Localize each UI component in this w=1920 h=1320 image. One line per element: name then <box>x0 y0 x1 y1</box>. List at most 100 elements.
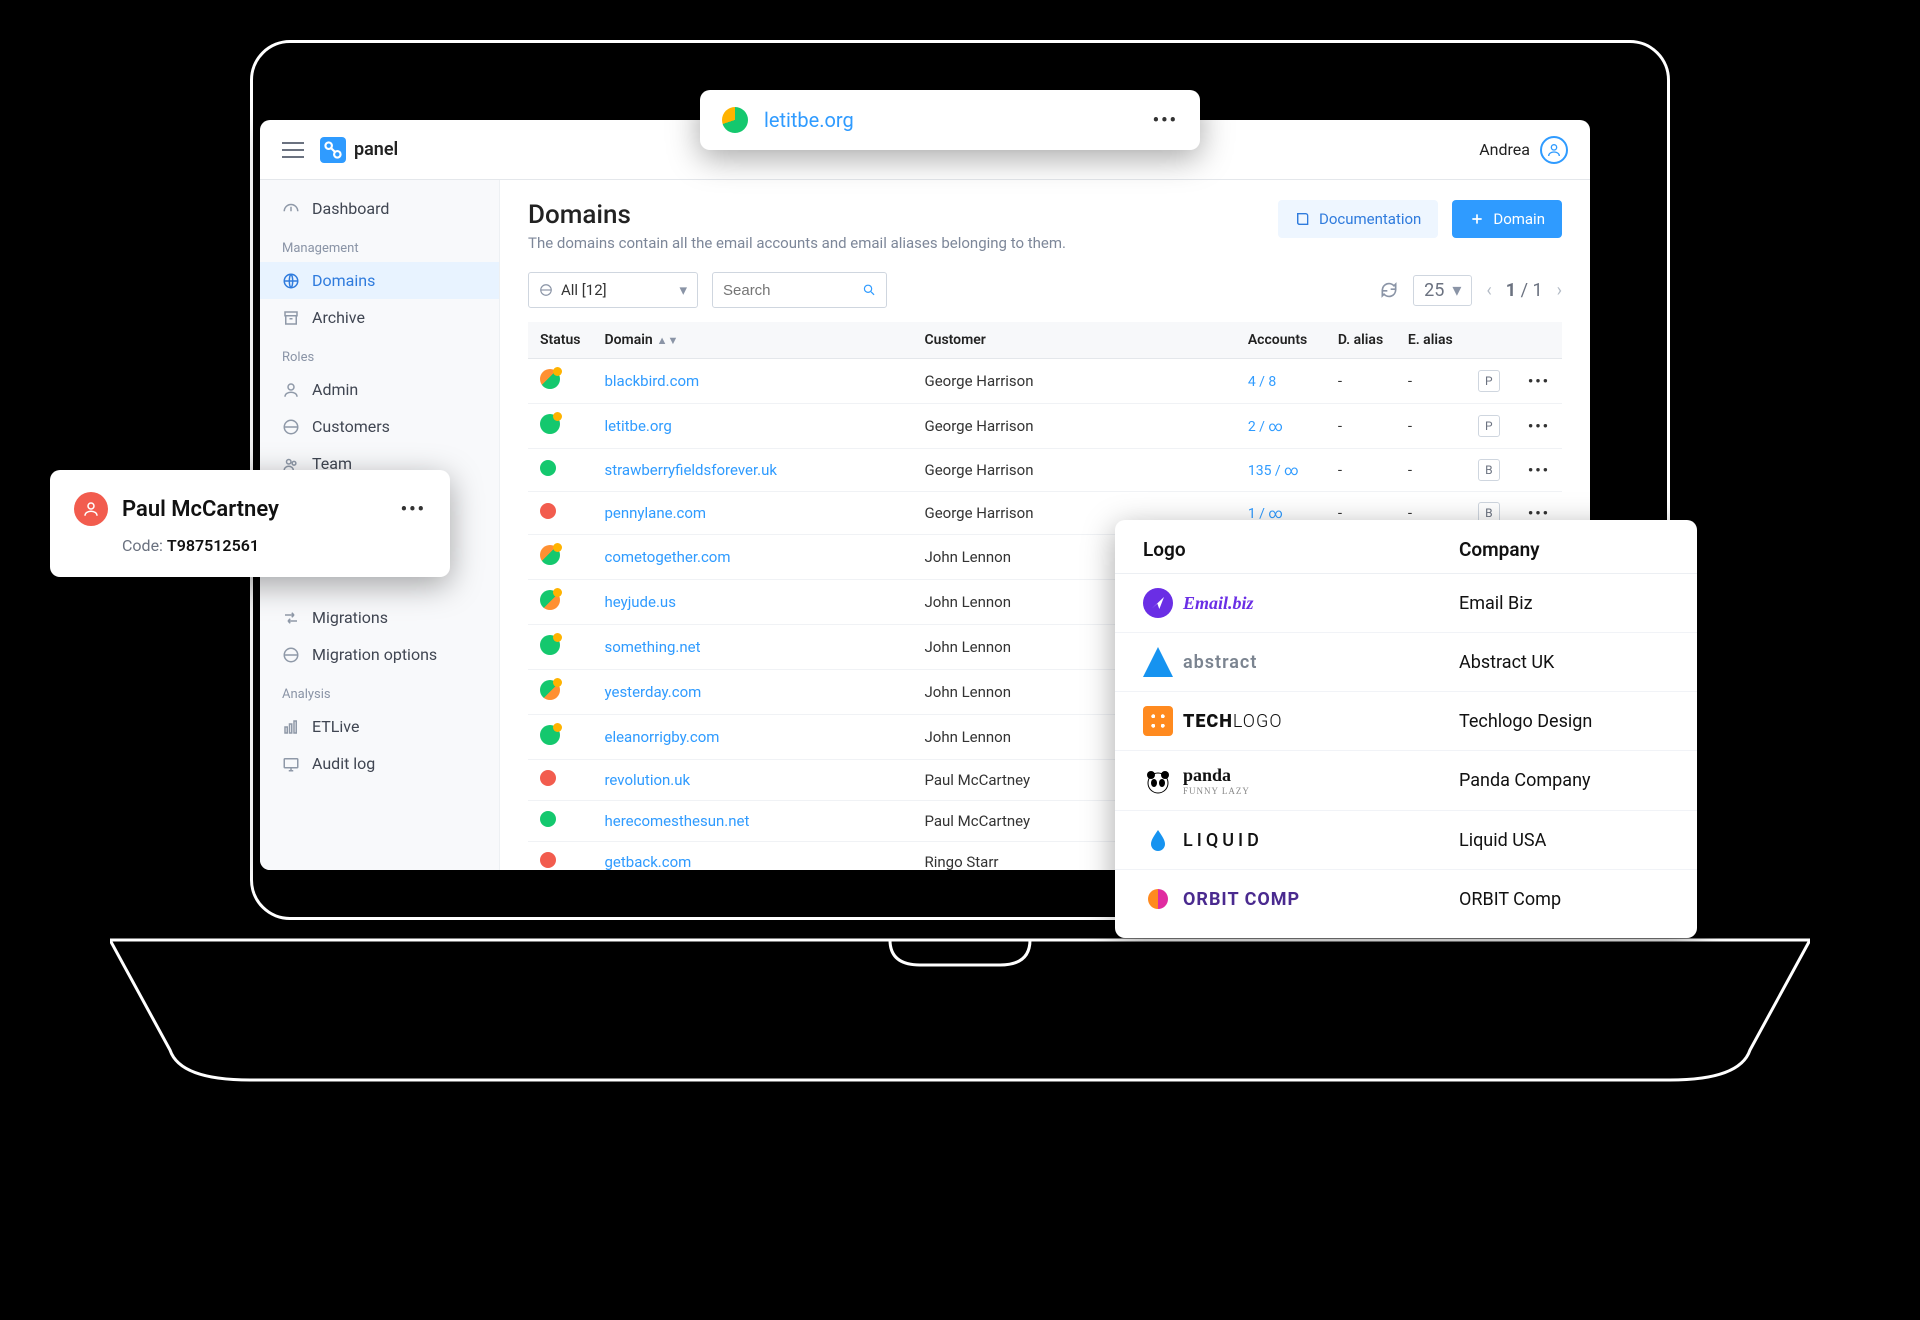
logocard-col-logo: Logo <box>1143 538 1186 561</box>
user-avatar-icon <box>74 492 108 526</box>
sidebar-item-customers[interactable]: Customers <box>260 408 499 445</box>
page-next[interactable]: › <box>1557 280 1562 301</box>
company-row: LIQUIDLiquid USA <box>1115 811 1697 870</box>
kebab-icon[interactable]: ••• <box>1528 372 1550 390</box>
current-user-name: Andrea <box>1479 140 1530 159</box>
page-prev[interactable]: ‹ <box>1486 280 1491 301</box>
sidebar-item-audit-log[interactable]: Audit log <box>260 745 499 782</box>
status-icon <box>540 680 560 700</box>
sidebar-section-management: Management <box>260 227 499 262</box>
sidebar-item-migrations[interactable]: Migrations <box>260 599 499 636</box>
domain-link[interactable]: heyjude.us <box>604 593 675 611</box>
sidebar-item-label: Dashboard <box>312 199 389 218</box>
customer-cell: George Harrison <box>912 359 1235 404</box>
monitor-icon <box>282 755 300 773</box>
kebab-icon[interactable]: ••• <box>401 499 426 520</box>
filter-select[interactable]: All [12] ▾ <box>528 272 698 308</box>
dalias-cell: - <box>1326 359 1396 404</box>
sidebar-item-label: Migrations <box>312 608 388 627</box>
brand-icon <box>320 137 346 163</box>
company-row: TECHLOGOTechlogo Design <box>1115 692 1697 751</box>
kebab-icon[interactable]: ••• <box>1528 461 1550 479</box>
ealias-cell: - <box>1396 449 1466 492</box>
user-card-name: Paul McCartney <box>122 497 279 522</box>
accounts-link[interactable]: 135 / ∞ <box>1248 463 1299 479</box>
logo-icon <box>1143 825 1173 855</box>
menu-toggle-icon[interactable] <box>282 142 304 158</box>
table-row: letitbe.orgGeorge Harrison2 / ∞--P••• <box>528 404 1562 449</box>
sidebar-item-label: Customers <box>312 417 390 436</box>
ealias-cell: - <box>1396 359 1466 404</box>
search-input-wrapper <box>712 272 887 308</box>
user-code-label: Code: <box>122 536 163 555</box>
page-indicator: 1 / 1 <box>1506 280 1543 301</box>
user-avatar[interactable] <box>1540 136 1568 164</box>
documentation-button[interactable]: Documentation <box>1278 200 1438 238</box>
sidebar-item-dashboard[interactable]: Dashboard <box>260 190 499 227</box>
kebab-icon[interactable]: ••• <box>1528 417 1550 435</box>
sidebar-item-label: Domains <box>312 271 375 290</box>
kebab-icon[interactable]: ••• <box>1153 110 1178 131</box>
status-icon <box>540 414 560 434</box>
globe-icon <box>282 418 300 436</box>
logo-icon <box>1143 588 1173 618</box>
status-icon <box>540 590 560 610</box>
domain-link[interactable]: strawberryfieldsforever.uk <box>604 461 776 479</box>
user-icon <box>282 381 300 399</box>
book-icon <box>1295 211 1311 227</box>
plan-badge: B <box>1478 459 1500 481</box>
col-domain[interactable]: Domain▲▼ <box>592 322 912 359</box>
user-code-value: T987512561 <box>167 536 259 555</box>
status-icon <box>540 811 556 827</box>
table-row: blackbird.comGeorge Harrison4 / 8--P••• <box>528 359 1562 404</box>
add-domain-button[interactable]: Domain <box>1452 200 1562 238</box>
plan-badge: P <box>1478 415 1500 437</box>
status-icon <box>540 770 556 786</box>
logo-icon <box>1143 766 1173 796</box>
logo-cell: Email.biz <box>1143 588 1343 618</box>
col-ealias: E. alias <box>1396 322 1466 359</box>
domain-link[interactable]: yesterday.com <box>604 683 701 701</box>
domain-link[interactable]: herecomesthesun.net <box>604 812 749 830</box>
logo-icon <box>1143 884 1173 914</box>
plan-badge: P <box>1478 370 1500 392</box>
globe-icon <box>282 272 300 290</box>
domain-link[interactable]: revolution.uk <box>604 771 690 789</box>
status-icon <box>540 635 560 655</box>
domain-tab-label[interactable]: letitbe.org <box>764 108 854 132</box>
chevron-down-icon: ▾ <box>1452 280 1461 301</box>
sidebar-item-label: Admin <box>312 380 358 399</box>
user-card: Paul McCartney ••• Code: T987512561 <box>50 470 450 577</box>
company-name: Email Biz <box>1459 593 1669 614</box>
domain-link[interactable]: pennylane.com <box>604 504 706 522</box>
domain-link[interactable]: eleanorrigby.com <box>604 728 719 746</box>
chart-icon <box>282 718 300 736</box>
search-input[interactable] <box>723 282 862 299</box>
col-accounts: Accounts <box>1236 322 1326 359</box>
logo-icon <box>1143 647 1173 677</box>
domain-link[interactable]: letitbe.org <box>604 417 671 435</box>
domain-link[interactable]: something.net <box>604 638 700 656</box>
pagination: 25 ▾ ‹ 1 / 1 › <box>1413 275 1562 306</box>
company-name: Techlogo Design <box>1459 711 1669 732</box>
company-name: Liquid USA <box>1459 830 1669 851</box>
company-name: Panda Company <box>1459 770 1669 791</box>
logo-cell: abstract <box>1143 647 1343 677</box>
sidebar-item-etlive[interactable]: ETLive <box>260 708 499 745</box>
status-icon <box>540 545 560 565</box>
chevron-down-icon: ▾ <box>679 281 687 299</box>
domain-link[interactable]: getback.com <box>604 853 691 870</box>
accounts-link[interactable]: 4 / 8 <box>1248 374 1276 390</box>
accounts-link[interactable]: 2 / ∞ <box>1248 419 1283 435</box>
sort-icon: ▲▼ <box>657 334 679 347</box>
domain-link[interactable]: cometogether.com <box>604 548 730 566</box>
domain-link[interactable]: blackbird.com <box>604 372 699 390</box>
sidebar-item-archive[interactable]: Archive <box>260 299 499 336</box>
sidebar-item-domains[interactable]: Domains <box>260 262 499 299</box>
sidebar-item-migration-options[interactable]: Migration options <box>260 636 499 673</box>
migrate-icon <box>282 609 300 627</box>
refresh-button[interactable] <box>1379 280 1399 300</box>
page-size-select[interactable]: 25 ▾ <box>1413 275 1472 306</box>
dashboard-icon <box>282 200 300 218</box>
sidebar-item-admin[interactable]: Admin <box>260 371 499 408</box>
